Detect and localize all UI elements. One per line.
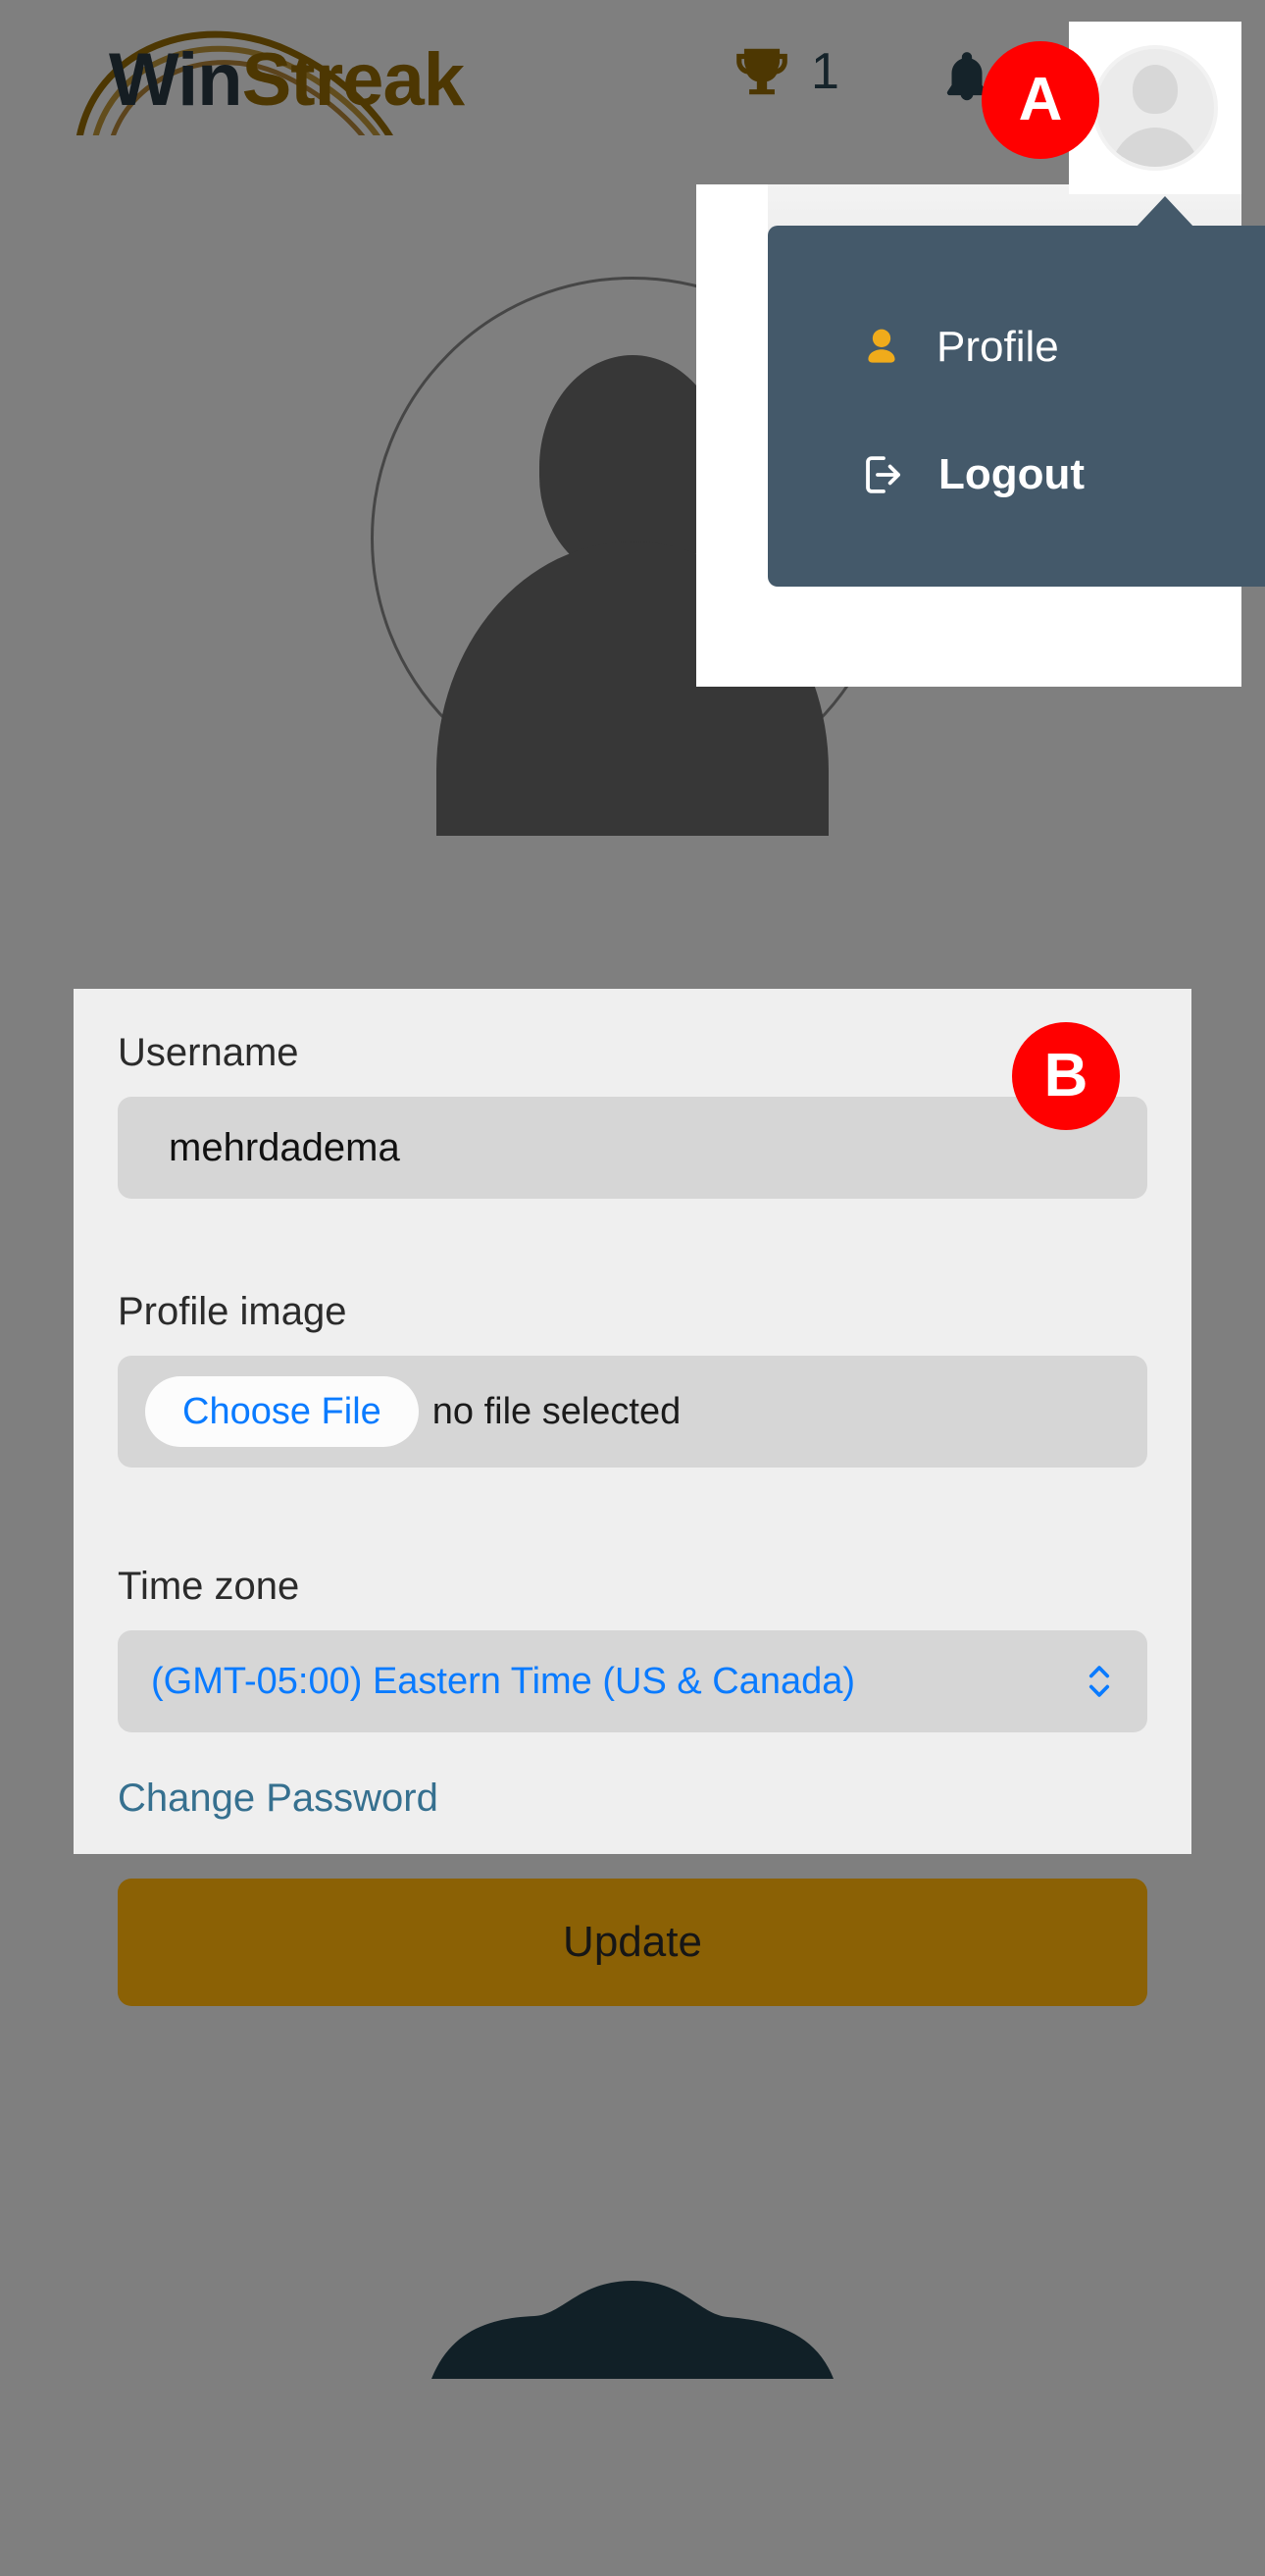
profile-edit-form: Username mehrdadema Profile image Choose…	[74, 989, 1191, 1854]
profile-image-label: Profile image	[118, 1290, 347, 1333]
file-status-text: no file selected	[431, 1390, 682, 1432]
username-input[interactable]: mehrdadema	[118, 1097, 1147, 1199]
time-zone-label: Time zone	[118, 1565, 300, 1608]
update-button[interactable]: Update	[118, 1879, 1147, 2006]
time-zone-selected-value: (GMT-05:00) Eastern Time (US & Canada)	[151, 1660, 856, 1702]
annotation-marker-b: B	[1012, 1022, 1120, 1130]
username-value: mehrdadema	[169, 1125, 400, 1169]
app-screen: WinStreak 1	[0, 0, 1265, 2576]
menu-item-profile[interactable]: Profile	[860, 324, 1059, 371]
user-icon	[868, 329, 895, 363]
profile-image-file-input[interactable]: Choose File no file selected	[118, 1356, 1147, 1468]
account-dropdown-menu	[768, 226, 1265, 587]
time-zone-select[interactable]: (GMT-05:00) Eastern Time (US & Canada)	[118, 1630, 1147, 1732]
annotation-marker-a: A	[982, 41, 1099, 159]
avatar-head-shape	[1133, 65, 1178, 114]
avatar-icon-raised	[1092, 45, 1218, 171]
avatar-body-shape	[1110, 128, 1200, 167]
choose-file-button[interactable]: Choose File	[145, 1376, 419, 1447]
menu-item-profile-label: Profile	[936, 323, 1059, 371]
chevron-updown-icon	[1085, 1660, 1114, 1703]
logout-icon	[866, 456, 901, 493]
menu-item-logout[interactable]: Logout	[860, 451, 1085, 498]
dropdown-pointer-arrow	[1136, 196, 1194, 228]
change-password-link[interactable]: Change Password	[118, 1778, 438, 1818]
menu-item-logout-label: Logout	[938, 450, 1086, 498]
username-label: Username	[118, 1031, 299, 1074]
